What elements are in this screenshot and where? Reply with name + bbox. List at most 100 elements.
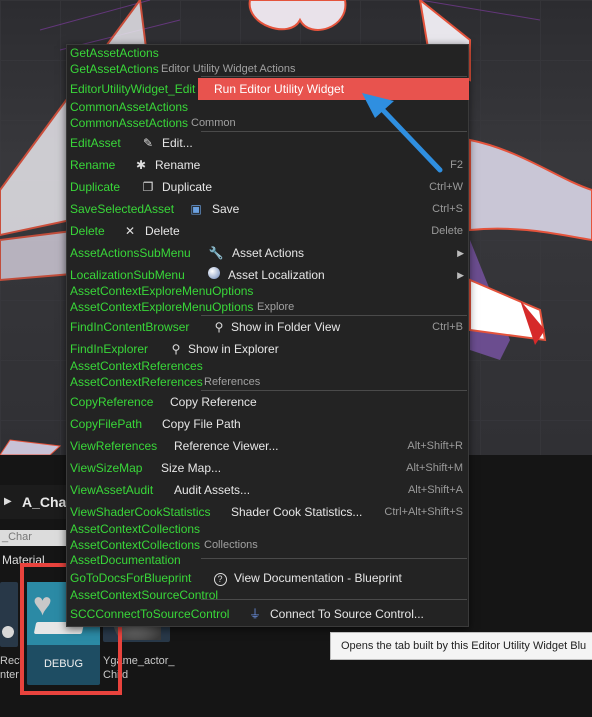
menu-item-copy-file-path[interactable]: CopyFilePath Copy File Path [67, 414, 468, 434]
debug-label: SCCConnectToSourceControl [70, 607, 230, 621]
menu-item-label: Delete [145, 224, 180, 238]
section-documentation: AssetDocumentation [67, 553, 468, 567]
duplicate-icon: ❐ [142, 180, 154, 194]
menu-item-duplicate[interactable]: Duplicate ❐ Duplicate Ctrl+W [67, 177, 468, 197]
debug-label: AssetContextSourceControl [70, 588, 219, 602]
menu-item-show-in-explorer[interactable]: FindInExplorer ⚲ Show in Explorer [67, 339, 468, 359]
debug-label: GetAssetActions [70, 62, 159, 76]
menu-item-label: Copy Reference [170, 395, 257, 409]
section-title: Explore [257, 301, 295, 313]
menu-item-label: Rename [155, 158, 201, 172]
menu-item-shortcut: F2 [450, 159, 463, 171]
section-explore: AssetContextExploreMenuOptions [67, 284, 468, 298]
debug-label: AssetContextReferences [70, 375, 203, 389]
tooltip: Opens the tab built by this Editor Utili… [330, 632, 592, 660]
debug-label: ViewShaderCookStatistics [70, 505, 211, 519]
menu-item-shortcut: Ctrl+Alt+Shift+S [384, 506, 463, 518]
menu-item-label: Audit Assets... [174, 483, 251, 497]
debug-label: AssetContextReferences [70, 359, 203, 373]
section-title: Common [191, 117, 236, 129]
separator [201, 599, 467, 600]
menu-item-connect-source-control[interactable]: SCCConnectToSourceControl ⏚ Connect To S… [67, 604, 468, 624]
section-references: AssetContextReferences [67, 359, 468, 373]
menu-item-rename[interactable]: Rename ✱ Rename F2 [67, 155, 468, 175]
run-editor-utility-widget-item[interactable]: Run Editor Utility Widget [198, 78, 469, 100]
debug-label: EditorUtilityWidget_Edit [70, 82, 196, 96]
close-x-icon: ✕ [124, 224, 136, 238]
section-collections-header: AssetContextCollections Collections [67, 538, 468, 552]
debug-label: AssetActionsSubMenu [70, 246, 191, 260]
asset-context-menu: GetAssetActions GetAssetActions Editor U… [66, 44, 469, 627]
menu-item-copy-reference[interactable]: CopyReference Copy Reference [67, 392, 468, 412]
menu-item-save[interactable]: SaveSelectedAsset ▣ Save Ctrl+S [67, 199, 468, 219]
rename-star-icon: ✱ [135, 158, 147, 172]
debug-label: AssetContextCollections [70, 522, 201, 536]
debug-label: ViewReferences [70, 439, 158, 453]
path-bar[interactable]: _Char [0, 530, 70, 546]
separator [201, 131, 467, 132]
menu-item-label: Duplicate [162, 180, 213, 194]
debug-label: Rename [70, 158, 116, 172]
tooltip-text: Opens the tab built by this Editor Utili… [341, 640, 587, 652]
save-floppy-icon: ▣ [190, 202, 202, 216]
section-title: Editor Utility Widget Actions [161, 63, 296, 75]
wrench-icon: 🔧 [208, 246, 224, 260]
menu-item-edit[interactable]: EditAsset ✎ Edit... [67, 133, 468, 153]
globe-icon [206, 267, 222, 283]
separator [201, 76, 467, 77]
menu-item-view-documentation[interactable]: GoToDocsForBlueprint ? View Documentatio… [67, 568, 468, 588]
section-title: Collections [204, 539, 258, 551]
menu-item-audit-assets[interactable]: ViewAssetAudit Audit Assets... Alt+Shift… [67, 480, 468, 500]
menu-item-size-map[interactable]: ViewSizeMap Size Map... Alt+Shift+M [67, 458, 468, 478]
menu-item-shortcut: Ctrl+S [432, 203, 463, 215]
menu-item-label: Asset Actions [232, 246, 305, 260]
submenu-arrow-icon: ▶ [457, 270, 464, 280]
debug-label: CommonAssetActions [70, 100, 189, 114]
magnifier-icon: ⚲ [214, 320, 224, 334]
folder-title: A_Char [22, 494, 72, 510]
menu-item-label: Show in Folder View [231, 320, 341, 334]
debug-label: CopyFilePath [70, 417, 143, 431]
menu-item-asset-actions[interactable]: AssetActionsSubMenu 🔧 Asset Actions ▶ [67, 243, 468, 263]
sphere-thumb-icon [2, 626, 14, 638]
debug-label: Duplicate [70, 180, 121, 194]
debug-label: GetAssetActions [70, 46, 159, 60]
debug-label: CommonAssetActions [70, 116, 189, 130]
menu-item-label: Show in Explorer [188, 342, 279, 356]
menu-item-shortcut: Ctrl+W [429, 181, 463, 193]
asset-tile-rect[interactable] [0, 582, 18, 647]
menu-item-label: Connect To Source Control... [270, 607, 424, 621]
separator [201, 390, 467, 391]
menu-item-label: Asset Localization [228, 268, 325, 282]
menu-item-label: Reference Viewer... [174, 439, 279, 453]
debug-label: CopyReference [70, 395, 154, 409]
section-collections: AssetContextCollections [67, 522, 468, 536]
section-editor-utility-header: GetAssetActions Editor Utility Widget Ac… [67, 62, 468, 76]
menu-item-label: Size Map... [161, 461, 222, 475]
debug-label: AssetContextExploreMenuOptions [70, 300, 254, 314]
section-common: CommonAssetActions [67, 100, 468, 114]
section-editor-utility: GetAssetActions [67, 46, 468, 60]
debug-label: AssetContextExploreMenuOptions [70, 284, 254, 298]
menu-item-shortcut: Ctrl+B [432, 321, 463, 333]
section-references-header: AssetContextReferences References [67, 375, 468, 389]
magnifier-icon: ⚲ [171, 342, 181, 356]
menu-item-shader-cook-statistics[interactable]: ViewShaderCookStatistics Shader Cook Sta… [67, 502, 468, 522]
menu-item-shortcut: Alt+Shift+M [406, 462, 463, 474]
menu-item-delete[interactable]: Delete ✕ Delete Delete [67, 221, 468, 241]
menu-item-label: Shader Cook Statistics... [231, 505, 363, 519]
menu-item-show-in-folder-view[interactable]: FindInContentBrowser ⚲ Show in Folder Vi… [67, 317, 468, 337]
expand-arrow-icon[interactable]: ▶ [4, 496, 12, 507]
menu-item-label: Copy File Path [162, 417, 241, 431]
debug-label: ViewSizeMap [70, 461, 143, 475]
menu-item-label: Run Editor Utility Widget [214, 82, 345, 96]
menu-item-reference-viewer[interactable]: ViewReferences Reference Viewer... Alt+S… [67, 436, 468, 456]
menu-item-shortcut: Alt+Shift+A [407, 484, 463, 496]
debug-label: ViewAssetAudit [70, 483, 154, 497]
submenu-arrow-icon: ▶ [457, 248, 464, 258]
separator [201, 315, 467, 316]
menu-item-asset-localization[interactable]: LocalizationSubMenu Asset Localization ▶ [67, 265, 468, 285]
section-explore-header: AssetContextExploreMenuOptions Explore [67, 300, 468, 314]
debug-label: GoToDocsForBlueprint [70, 571, 192, 585]
help-circle-icon: ? [212, 570, 228, 586]
